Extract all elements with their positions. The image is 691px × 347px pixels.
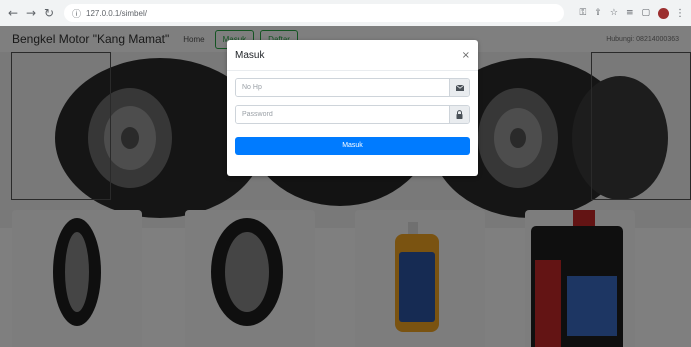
browser-extensions: ⚿ ⇪ ☆ ≡ ▢ ⋮: [571, 7, 685, 19]
close-icon[interactable]: ×: [462, 50, 470, 61]
phone-input-group: [235, 78, 470, 97]
key-icon[interactable]: ⚿: [579, 8, 586, 18]
modal-body: Masuk: [227, 71, 478, 155]
profile-avatar[interactable]: [658, 7, 669, 19]
address-bar[interactable]: ⓘ 127.0.0.1/simbel/: [64, 4, 564, 22]
window-icon[interactable]: ▢: [641, 8, 650, 18]
share-icon[interactable]: ⇪: [594, 8, 602, 18]
kebab-menu-icon[interactable]: ⋮: [675, 8, 685, 19]
forward-icon[interactable]: →: [24, 6, 38, 20]
reload-icon[interactable]: ↻: [42, 6, 56, 20]
back-icon[interactable]: ←: [6, 6, 20, 20]
browser-toolbar: ← → ↻ ⓘ 127.0.0.1/simbel/ ⚿ ⇪ ☆ ≡ ▢ ⋮: [0, 0, 691, 26]
lock-icon: [449, 106, 469, 123]
star-icon[interactable]: ☆: [610, 8, 618, 18]
url-text: 127.0.0.1/simbel/: [86, 8, 147, 18]
login-modal: Masuk × Masuk: [227, 40, 478, 176]
envelope-icon: [449, 79, 469, 96]
info-icon[interactable]: ⓘ: [72, 7, 81, 20]
password-input-group: [235, 105, 470, 124]
phone-input[interactable]: [236, 79, 449, 96]
modal-header: Masuk ×: [227, 40, 478, 71]
modal-title: Masuk: [235, 49, 265, 61]
password-input[interactable]: [236, 106, 449, 123]
masuk-submit-button[interactable]: Masuk: [235, 137, 470, 155]
playlist-icon[interactable]: ≡: [626, 8, 634, 18]
